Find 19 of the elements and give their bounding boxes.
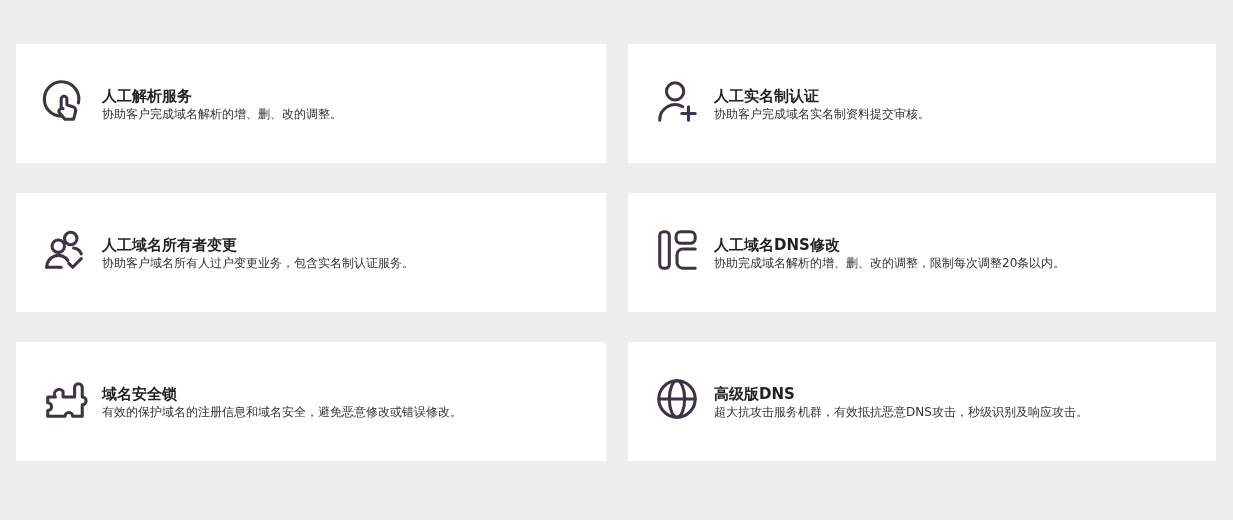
service-title: 域名安全锁 (102, 384, 178, 404)
service-description: 有效的保护域名的注册信息和域名安全，避免恶意修改或错误修改。 (102, 404, 462, 420)
service-card[interactable]: 人工解析服务 协助客户完成域名解析的增、删、改的调整。 (16, 44, 606, 163)
service-description: 协助完成域名解析的增、删、改的调整，限制每次调整20条以内。 (714, 255, 1066, 271)
service-title: 高级版DNS (714, 384, 796, 404)
service-title: 人工域名DNS修改 (714, 235, 841, 255)
service-card[interactable]: 人工实名制认证 协助客户完成域名实名制资料提交审核。 (628, 44, 1216, 163)
service-card[interactable]: 人工域名所有者变更 协助客户域名所有人过户变更业务，包含实名制认证服务。 (16, 193, 606, 312)
service-card[interactable]: 高级版DNS 超大抗攻击服务机群，有效抵抗恶意DNS攻击，秒级识别及响应攻击。 (628, 342, 1216, 461)
service-description: 协助客户完成域名实名制资料提交审核。 (714, 106, 930, 122)
service-title: 人工实名制认证 (714, 86, 820, 106)
service-description: 超大抗攻击服务机群，有效抵抗恶意DNS攻击，秒级识别及响应攻击。 (714, 404, 1088, 420)
service-description: 协助客户域名所有人过户变更业务，包含实名制认证服务。 (102, 255, 414, 271)
service-title: 人工解析服务 (102, 86, 193, 106)
service-description: 协助客户完成域名解析的增、删、改的调整。 (102, 106, 342, 122)
service-title: 人工域名所有者变更 (102, 235, 238, 255)
globe-icon (654, 376, 700, 422)
service-card[interactable]: 人工域名DNS修改 协助完成域名解析的增、删、改的调整，限制每次调整20条以内。 (628, 193, 1216, 312)
service-card[interactable]: 域名安全锁 有效的保护域名的注册信息和域名安全，避免恶意修改或错误修改。 (16, 342, 606, 461)
